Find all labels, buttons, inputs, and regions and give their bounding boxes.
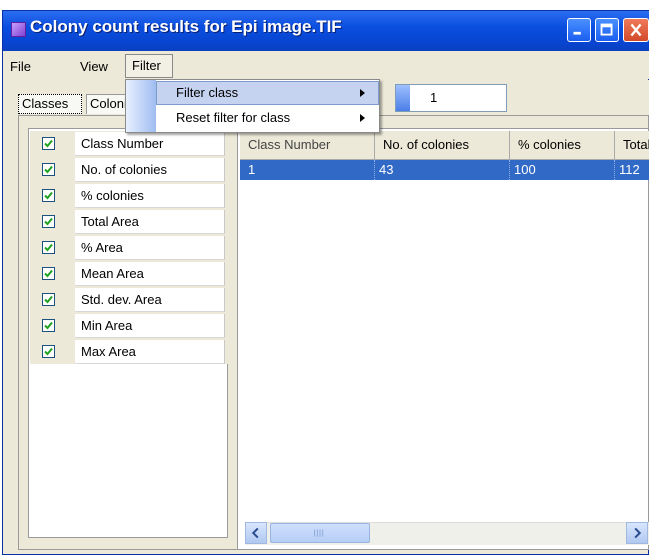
menu-icon-gutter bbox=[126, 80, 156, 132]
tab-classes[interactable]: Classes bbox=[18, 94, 82, 114]
column-option-label: No. of colonies bbox=[75, 158, 225, 182]
column-option-item[interactable]: Std. dev. Area bbox=[30, 287, 228, 313]
submenu-arrow-icon bbox=[360, 89, 365, 97]
menu-file[interactable]: File bbox=[10, 57, 31, 77]
column-option-item[interactable]: % Area bbox=[30, 235, 228, 261]
app-icon bbox=[11, 22, 26, 37]
column-option-label: Class Number bbox=[75, 132, 225, 156]
checkmark-icon bbox=[44, 217, 53, 226]
close-icon bbox=[630, 23, 642, 37]
column-header-class-number[interactable]: Class Number bbox=[240, 131, 375, 159]
checkmark-icon bbox=[44, 347, 53, 356]
menu-filter[interactable]: Filter bbox=[125, 54, 173, 78]
menu-item-label: Filter class bbox=[176, 85, 239, 100]
scroll-left-button[interactable] bbox=[245, 522, 267, 544]
cell-total-area: 112 bbox=[619, 162, 640, 177]
scroll-right-button[interactable] bbox=[626, 522, 648, 544]
column-option-item[interactable]: No. of colonies bbox=[30, 157, 228, 183]
maximize-button[interactable] bbox=[595, 18, 619, 42]
column-option-label: Min Area bbox=[75, 314, 225, 338]
filter-value-marker bbox=[396, 85, 410, 111]
checkbox[interactable] bbox=[42, 163, 55, 176]
submenu-arrow-icon bbox=[360, 114, 365, 122]
column-option-item[interactable]: Mean Area bbox=[30, 261, 228, 287]
column-option-label: Std. dev. Area bbox=[75, 288, 225, 312]
checkbox[interactable] bbox=[42, 215, 55, 228]
grip-icon bbox=[314, 529, 324, 537]
window-title: Colony count results for Epi image.TIF bbox=[30, 17, 342, 36]
checkmark-icon bbox=[44, 191, 53, 200]
cell-class-number: 1 bbox=[244, 160, 375, 180]
checkbox[interactable] bbox=[42, 319, 55, 332]
chevron-left-icon bbox=[251, 527, 259, 539]
filter-value-field[interactable] bbox=[395, 84, 507, 112]
column-option-label: % colonies bbox=[75, 184, 225, 208]
column-option-item[interactable]: % colonies bbox=[30, 183, 228, 209]
checkmark-icon bbox=[44, 295, 53, 304]
column-option-item[interactable]: Class Number bbox=[30, 131, 228, 157]
cell-no-of-colonies: 43 bbox=[375, 160, 510, 180]
column-header-total-area[interactable]: Total Area bbox=[615, 131, 649, 159]
checkbox[interactable] bbox=[42, 293, 55, 306]
maximize-icon bbox=[600, 23, 613, 36]
results-grid bbox=[237, 128, 649, 550]
checkmark-icon bbox=[44, 139, 53, 148]
column-header-pct-colonies[interactable]: % colonies bbox=[510, 131, 615, 159]
checkmark-icon bbox=[44, 321, 53, 330]
checkbox[interactable] bbox=[42, 137, 55, 150]
menu-view[interactable]: View bbox=[80, 57, 108, 77]
cell-pct-colonies: 100 bbox=[510, 160, 615, 180]
close-button[interactable] bbox=[623, 18, 649, 42]
column-header-no-of-colonies[interactable]: No. of colonies bbox=[375, 131, 510, 159]
checkmark-icon bbox=[44, 165, 53, 174]
menu-item-label: Reset filter for class bbox=[176, 110, 291, 125]
column-option-label: Max Area bbox=[75, 340, 225, 364]
column-option-label: Total Area bbox=[75, 210, 225, 234]
checkmark-icon bbox=[44, 243, 53, 252]
checkbox[interactable] bbox=[42, 189, 55, 202]
chevron-right-icon bbox=[634, 527, 642, 539]
checkmark-icon bbox=[44, 269, 53, 278]
column-option-item[interactable]: Min Area bbox=[30, 313, 228, 339]
column-option-item[interactable]: Max Area bbox=[30, 339, 228, 365]
menu-item-filter-class[interactable]: Filter class bbox=[156, 81, 379, 105]
checkbox[interactable] bbox=[42, 345, 55, 358]
minimize-icon bbox=[573, 31, 581, 35]
column-option-item[interactable]: Total Area bbox=[30, 209, 228, 235]
column-option-label: Mean Area bbox=[75, 262, 225, 286]
filter-value-text: 1 bbox=[430, 90, 438, 105]
checkbox[interactable] bbox=[42, 241, 55, 254]
checkbox[interactable] bbox=[42, 267, 55, 280]
minimize-button[interactable] bbox=[567, 18, 591, 42]
scroll-thumb[interactable] bbox=[270, 523, 370, 543]
menu-item-reset-filter[interactable]: Reset filter for class bbox=[156, 106, 379, 130]
column-option-label: % Area bbox=[75, 236, 225, 260]
